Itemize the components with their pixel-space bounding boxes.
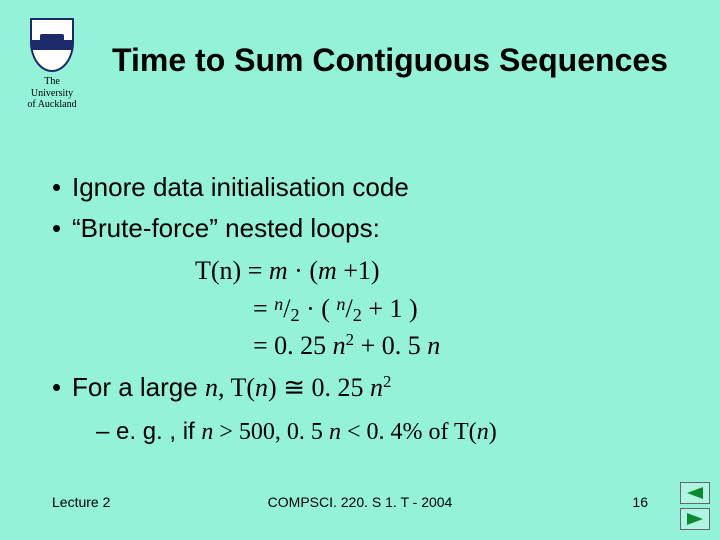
nav-arrows: [680, 482, 710, 530]
prev-slide-button[interactable]: [680, 482, 710, 504]
footer-page-number: 16: [632, 494, 648, 510]
bullet-1: •Ignore data initialisation code: [52, 170, 680, 205]
slide-title: Time to Sum Contiguous Sequences: [90, 42, 690, 79]
bullet-2: •“Brute-force” nested loops:: [52, 211, 680, 246]
footer-course: COMPSCI. 220. S 1. T - 2004: [0, 494, 720, 510]
next-slide-button[interactable]: [680, 508, 710, 530]
university-logo: The University of Auckland: [22, 18, 82, 111]
arrow-right-icon: [687, 513, 703, 525]
arrow-left-icon: [687, 487, 703, 499]
sub-bullet: – e. g. , if n > 500, 0. 5 n < 0. 4% of …: [96, 418, 497, 446]
math-block: T(n) = m · (m +1) = n/2 · ( n/2 + 1 ) = …: [195, 252, 440, 365]
math-line-3: = 0. 25 n2 + 0. 5 n: [195, 327, 440, 365]
logo-text: The University of Auckland: [22, 76, 82, 111]
bullet-3: • For a large n, T(n) ≅ 0. 25 n2: [52, 372, 391, 403]
crest-icon: [30, 18, 74, 72]
math-line-1: T(n) = m · (m +1): [195, 252, 440, 290]
bullet-list: •Ignore data initialisation code •“Brute…: [52, 170, 680, 252]
math-line-2: = n/2 · ( n/2 + 1 ): [195, 290, 440, 328]
